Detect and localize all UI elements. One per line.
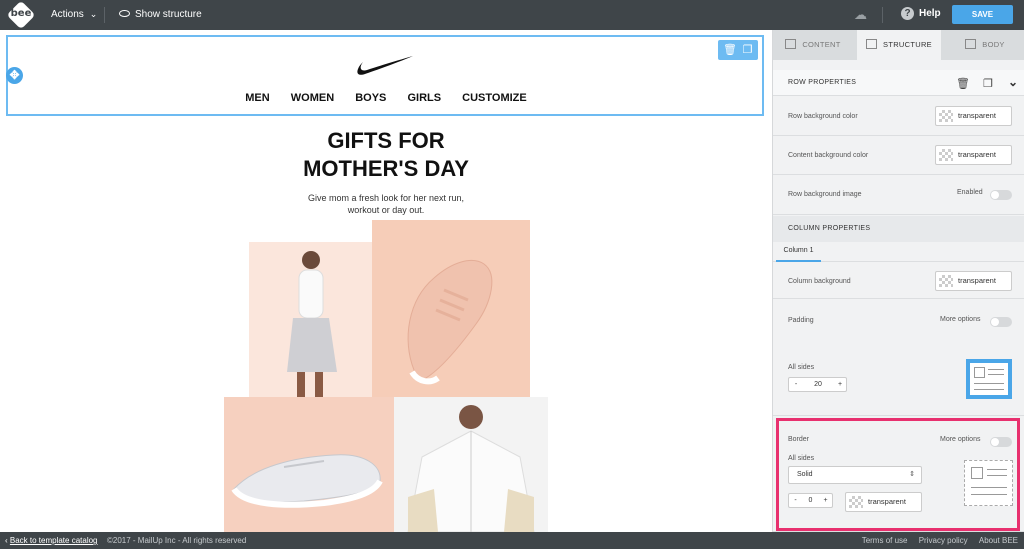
column-bg-value: transparent (958, 276, 996, 285)
padding-all-sides-label: All sides (788, 364, 815, 371)
column-tabs: Column 1 (773, 242, 1024, 262)
transparent-swatch-icon (939, 275, 953, 287)
top-toolbar: bee Actions ⌄ Show structure ☁ ? Help SAVE (0, 0, 1024, 30)
tab-structure[interactable]: STRUCTURE (857, 30, 941, 60)
tab-content[interactable]: CONTENT (773, 30, 853, 60)
content-bg-color-row: Content background color transparent (773, 136, 1024, 175)
row-bg-image-enabled-label: Enabled (957, 189, 983, 196)
panel-tabs: CONTENT STRUCTURE BODY (773, 30, 1024, 60)
collapse-chevron-icon[interactable]: ⌄ (1008, 75, 1018, 89)
actions-label: Actions (51, 9, 84, 20)
delete-row-icon[interactable]: 🗑 (723, 44, 737, 56)
nav-link-women[interactable]: WOMEN (291, 92, 334, 104)
hero-subtitle: Give mom a fresh look for her next run, … (307, 193, 465, 215)
content-bg-color-label: Content background color (788, 152, 869, 159)
padding-stepper[interactable]: - 20 + (788, 377, 847, 392)
white-jacket-image[interactable] (394, 397, 548, 532)
about-link[interactable]: About BEE (979, 536, 1018, 545)
page-icon (965, 39, 977, 50)
tab-body-label: BODY (982, 40, 1005, 49)
delete-icon[interactable]: 🗑 (956, 77, 970, 90)
padding-row: Padding More options All sides - 20 + (773, 299, 1024, 416)
grey-sneaker-image[interactable] (224, 397, 394, 532)
column-bg-label: Column background (788, 278, 851, 285)
duplicate-row-icon[interactable]: ❐ (742, 44, 753, 56)
nav-link-customize[interactable]: CUSTOMIZE (462, 92, 527, 104)
row-bg-color-picker[interactable]: transparent (935, 106, 1012, 126)
row-bg-image-label: Row background image (788, 191, 862, 198)
column-properties-title: COLUMN PROPERTIES (788, 225, 871, 232)
privacy-link[interactable]: Privacy policy (919, 536, 968, 545)
tab-structure-label: STRUCTURE (883, 40, 932, 49)
hero-title: GIFTS FOR MOTHER'S DAY (303, 128, 469, 181)
content-bg-color-picker[interactable]: transparent (935, 145, 1012, 165)
toolbar-divider (104, 7, 105, 23)
padding-label: Padding (788, 317, 814, 324)
duplicate-icon[interactable]: ❐ (983, 77, 993, 90)
tab-body[interactable]: BODY (945, 30, 1024, 60)
copyright: ©2017 - MailUp Inc - All rights reserved (107, 536, 247, 545)
back-to-catalog-label: Back to template catalog (9, 536, 98, 545)
actions-menu[interactable]: Actions ⌄ (51, 9, 97, 20)
nav-link-boys[interactable]: BOYS (355, 92, 386, 104)
show-structure-label: Show structure (135, 9, 202, 20)
cloud-upload-icon[interactable]: ☁ (854, 7, 870, 22)
transparent-swatch-icon (939, 110, 953, 122)
padding-increment-button[interactable]: + (833, 378, 847, 391)
email-nav: MEN WOMEN BOYS GIRLS CUSTOMIZE (0, 92, 772, 104)
bee-logo-text: bee (10, 8, 32, 19)
padding-more-options-toggle[interactable] (990, 317, 1012, 327)
column-1-tab[interactable]: Column 1 (776, 242, 821, 262)
highlight-annotation (776, 418, 1020, 531)
grid-icon (785, 39, 797, 50)
footer: ‹ Back to template catalog ©2017 - MailU… (0, 532, 1024, 549)
padding-preview-icon (966, 359, 1012, 399)
terms-link[interactable]: Terms of use (862, 536, 908, 545)
footer-links: Terms of use Privacy policy About BEE (853, 532, 1018, 549)
help-label: Help (919, 8, 941, 19)
save-button[interactable]: SAVE (952, 5, 1013, 24)
nav-link-girls[interactable]: GIRLS (407, 92, 441, 104)
drag-handle-icon[interactable]: ✥ (6, 67, 23, 84)
help-button[interactable]: ? Help (901, 7, 941, 20)
show-structure-toggle[interactable]: Show structure (119, 9, 202, 20)
row-tools: 🗑 ❐ (718, 40, 758, 60)
back-to-catalog-link[interactable]: ‹ Back to template catalog (5, 532, 98, 549)
transparent-swatch-icon (939, 149, 953, 161)
email-canvas: 🗑 ❐ ✥ MEN WOMEN BOYS GIRLS CUSTOMIZE GIF… (0, 30, 772, 532)
eye-icon (119, 9, 130, 17)
column-bg-color-picker[interactable]: transparent (935, 271, 1012, 291)
padding-value: 20 (814, 381, 822, 388)
chevron-down-icon: ⌄ (89, 9, 98, 19)
row-bg-image-toggle[interactable] (990, 190, 1012, 200)
row-bg-image-row: Row background image Enabled (773, 175, 1024, 215)
rows-icon (866, 39, 878, 50)
content-bg-color-value: transparent (958, 150, 996, 159)
pink-sneaker-image[interactable] (372, 220, 530, 397)
padding-decrement-button[interactable]: - (789, 378, 803, 391)
help-icon: ? (901, 7, 914, 20)
tab-content-label: CONTENT (802, 40, 841, 49)
padding-more-options-label: More options (940, 316, 981, 323)
row-bg-color-label: Row background color (788, 113, 858, 120)
column-bg-row: Column background transparent (773, 263, 1024, 299)
row-bg-color-row: Row background color transparent (773, 97, 1024, 136)
nav-link-men[interactable]: MEN (245, 92, 269, 104)
woman-tennis-image[interactable] (249, 242, 373, 398)
toolbar-divider-right (882, 7, 883, 23)
column-properties-header: COLUMN PROPERTIES (773, 216, 1024, 242)
row-bg-color-value: transparent (958, 111, 996, 120)
row-properties-title: ROW PROPERTIES (788, 79, 857, 86)
nike-logo (357, 56, 413, 75)
